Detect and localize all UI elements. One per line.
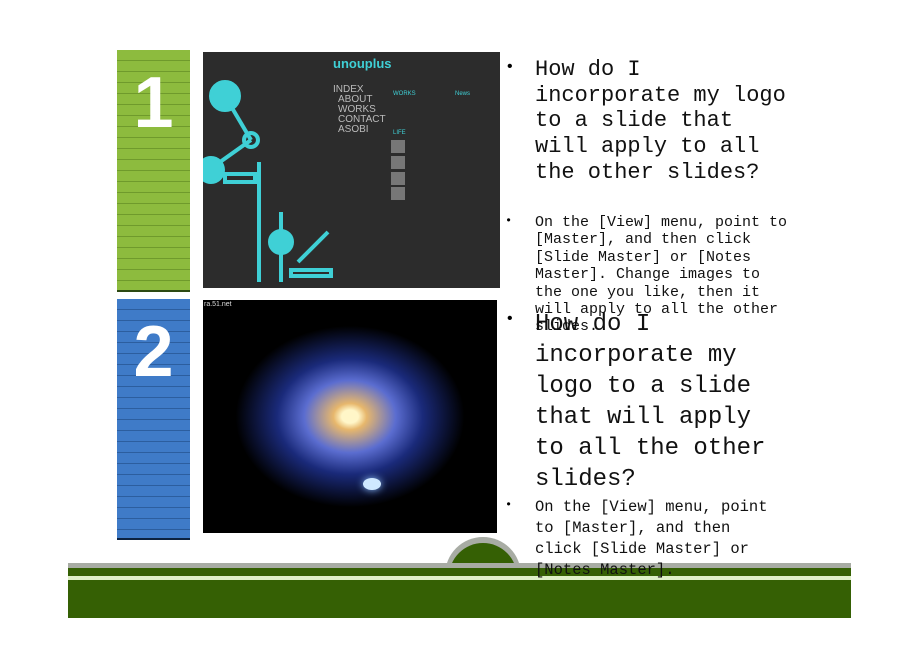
section-label: WORKS bbox=[393, 91, 416, 97]
number-block-2: 2 bbox=[117, 299, 190, 540]
bullet: • bbox=[505, 310, 515, 328]
galaxy-image: ra.51.net bbox=[203, 300, 497, 533]
site-logo: unouplus bbox=[333, 56, 392, 71]
bullet: • bbox=[505, 498, 513, 512]
bullet: • bbox=[505, 58, 515, 76]
menu-item: ASOBI bbox=[338, 124, 369, 135]
number-label: 1 bbox=[133, 63, 174, 143]
footer-band bbox=[68, 580, 851, 618]
question-1: How do I incorporate my logo to a slide … bbox=[535, 57, 786, 185]
satellite-galaxy bbox=[363, 478, 381, 490]
answer-2: On the [View] menu, point to [Master], a… bbox=[535, 498, 768, 579]
section-label: LIFE bbox=[393, 130, 406, 136]
section-label: News bbox=[455, 91, 470, 97]
machine-illustration: unouplus INDEX ABOUT WORKS CONTACT ASOBI… bbox=[203, 56, 470, 282]
website-screenshot-image: unouplus INDEX ABOUT WORKS CONTACT ASOBI… bbox=[203, 52, 500, 288]
image-watermark: ra.51.net bbox=[204, 301, 232, 308]
number-label: 2 bbox=[133, 312, 174, 392]
question-2: How do I incorporate my logo to a slide … bbox=[535, 311, 766, 493]
number-block-1: 1 bbox=[117, 50, 190, 292]
bullet: • bbox=[505, 214, 513, 228]
slide: 1 2 unouplus INDEX ABOUT WORKS CONTACT A… bbox=[0, 0, 920, 651]
